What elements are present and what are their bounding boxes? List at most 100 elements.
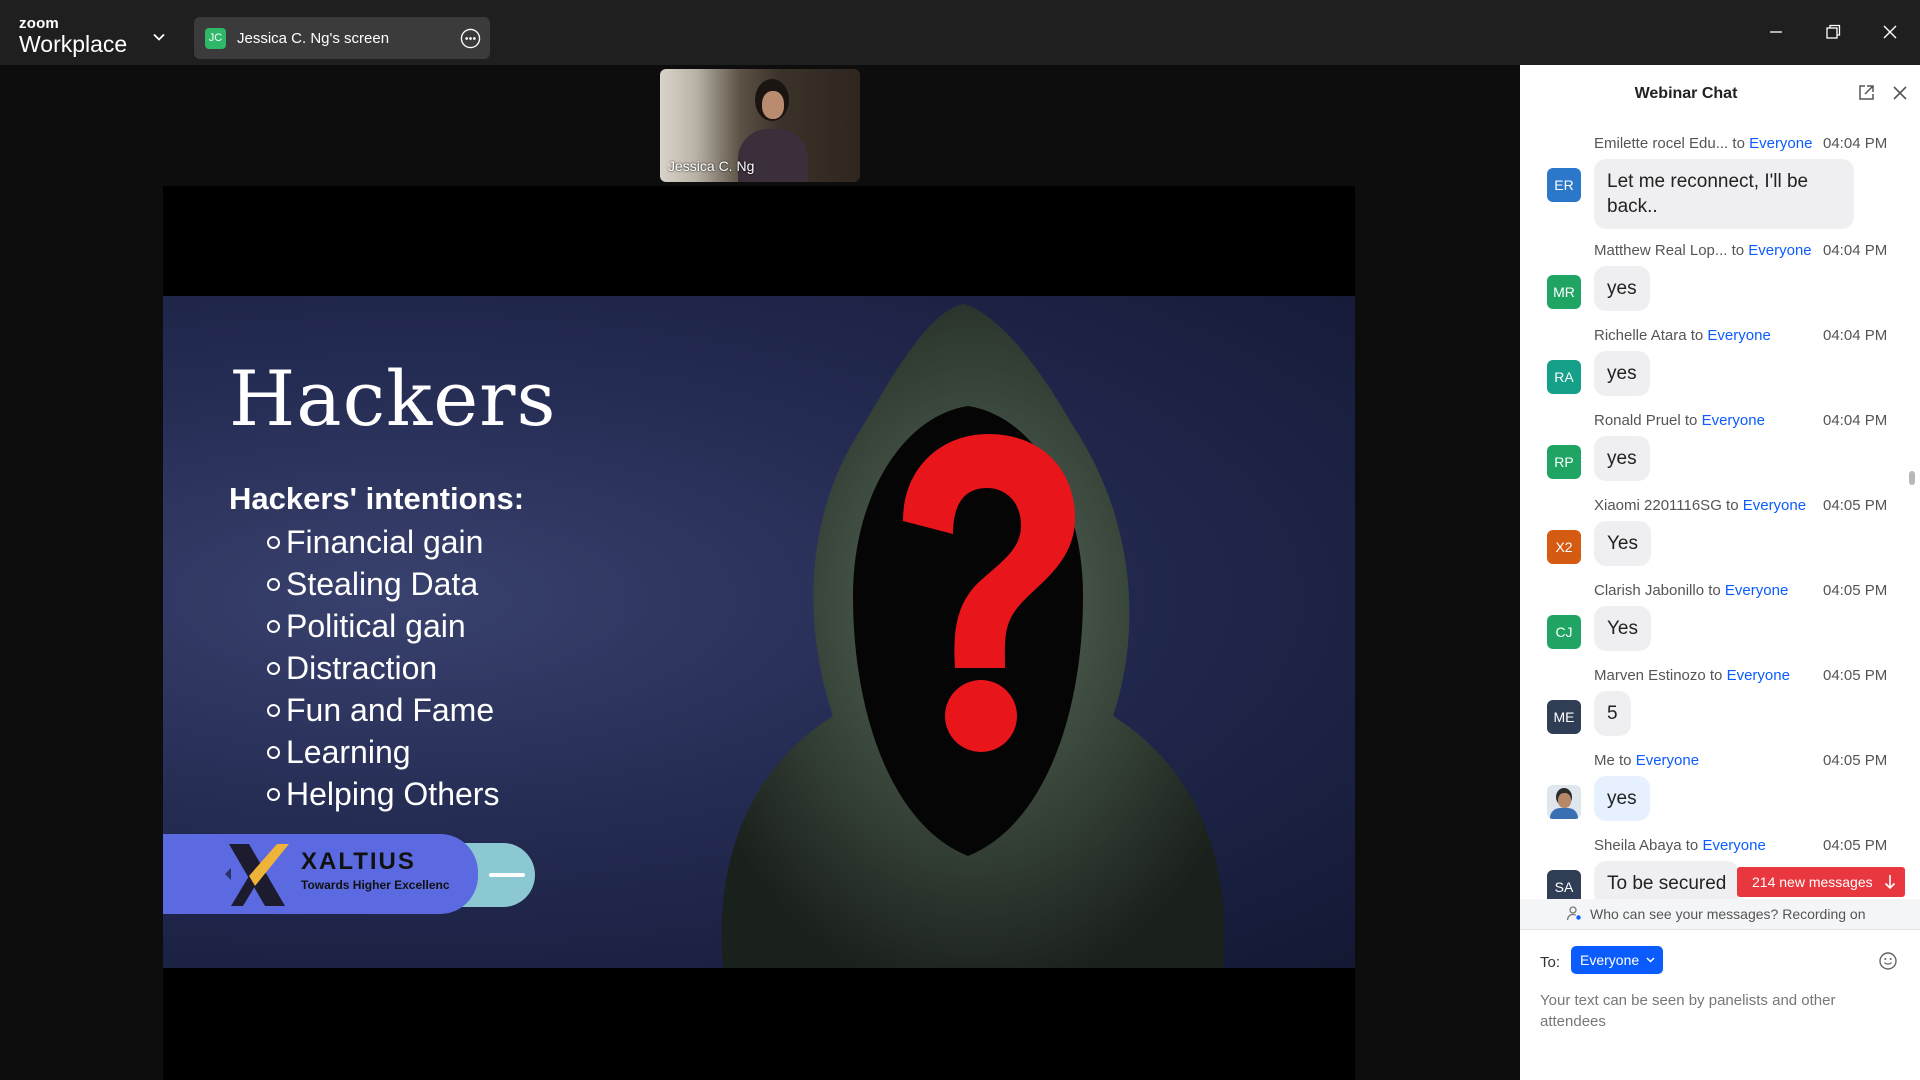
message-bubble: yes (1594, 266, 1650, 311)
message-time: 04:05 PM (1823, 497, 1888, 514)
chat-message[interactable]: ME Marven Estinozo to Everyone 04:05 PM … (1520, 667, 1920, 752)
message-bubble: yes (1594, 436, 1650, 481)
bullet-icon (267, 745, 280, 759)
minimize-icon[interactable] (1766, 22, 1786, 42)
slide-subtitle: Hackers' intentions: (229, 481, 525, 516)
hooded-figure-image (721, 304, 1225, 968)
message-time: 04:05 PM (1823, 752, 1888, 769)
close-window-icon[interactable] (1880, 22, 1900, 42)
message-bubble: yes (1594, 776, 1650, 821)
bullet-icon (267, 619, 280, 633)
message-header: Xiaomi 2201116SG to Everyone (1594, 497, 1806, 514)
message-time: 04:05 PM (1823, 582, 1888, 599)
sender-name: Ronald Pruel (1594, 412, 1681, 429)
close-icon[interactable] (1891, 84, 1909, 102)
message-header: Matthew Real Lop... to Everyone (1594, 242, 1812, 259)
list-item: Fun and Fame (267, 689, 499, 731)
message-time: 04:04 PM (1823, 327, 1888, 344)
to-prefix: to (1681, 837, 1703, 854)
recipient: Everyone (1701, 412, 1765, 429)
shared-screen-label: Jessica C. Ng's screen (237, 30, 390, 47)
message-header: Ronald Pruel to Everyone (1594, 412, 1765, 429)
arrow-down-icon (1884, 875, 1896, 890)
sender-name: Sheila Abaya (1594, 837, 1682, 854)
sender-name: Marven Estinozo (1594, 667, 1706, 684)
bullet-icon (267, 661, 280, 675)
avatar-shirt (1550, 808, 1578, 819)
message-time: 04:05 PM (1823, 837, 1888, 854)
chat-message[interactable]: RA Richelle Atara to Everyone 04:04 PM y… (1520, 327, 1920, 412)
sender-avatar: RP (1547, 445, 1581, 479)
to-prefix: to (1721, 497, 1743, 514)
new-messages-button[interactable]: 214 new messages (1737, 867, 1905, 897)
sender-avatar: X2 (1547, 530, 1581, 564)
message-input[interactable]: Your text can be seen by panelists and o… (1540, 990, 1870, 1032)
participant-face (762, 91, 784, 119)
chat-message[interactable]: X2 Xiaomi 2201116SG to Everyone 04:05 PM… (1520, 497, 1920, 582)
message-header: Me to Everyone (1594, 752, 1699, 769)
to-prefix: to (1686, 327, 1708, 344)
emoji-icon[interactable] (1878, 951, 1898, 971)
message-header: Emilette rocel Edu... to Everyone (1594, 135, 1812, 152)
chat-title: Webinar Chat (1634, 85, 1738, 102)
sender-avatar: CJ (1547, 615, 1581, 649)
recipient: Everyone (1702, 837, 1766, 854)
to-prefix: to (1680, 412, 1702, 429)
more-options-icon[interactable] (460, 28, 481, 49)
chat-message[interactable]: RP Ronald Pruel to Everyone 04:04 PM yes (1520, 412, 1920, 497)
to-prefix: to (1728, 135, 1750, 152)
list-item: Political gain (267, 605, 499, 647)
list-item-text: Financial gain (286, 524, 484, 560)
chat-compose: To: Everyone Your text can be seen by pa… (1520, 929, 1920, 1080)
pop-out-icon[interactable] (1856, 83, 1876, 103)
sender-avatar: ER (1547, 168, 1581, 202)
list-item-text: Stealing Data (286, 566, 479, 602)
list-item-text: Helping Others (286, 776, 500, 812)
sender-name: Richelle Atara (1594, 327, 1687, 344)
recipient: Everyone (1635, 752, 1700, 769)
bullet-icon (267, 535, 280, 549)
recipient-dropdown[interactable]: Everyone (1571, 946, 1664, 974)
recipient: Everyone (1724, 582, 1789, 599)
sender-name: Matthew Real Lop... (1594, 242, 1728, 259)
list-item: Stealing Data (267, 563, 499, 605)
bullet-icon (267, 577, 280, 591)
chat-message[interactable]: CJ Clarish Jabonillo to Everyone 04:05 P… (1520, 582, 1920, 667)
sender-avatar: MR (1547, 275, 1581, 309)
chevron-down-icon[interactable] (152, 30, 166, 44)
avatar-face (1558, 793, 1571, 808)
shared-screen-pill[interactable]: JC Jessica C. Ng's screen (194, 17, 490, 59)
message-time: 04:04 PM (1823, 242, 1888, 259)
to-prefix: to (1704, 582, 1725, 599)
to-prefix: to (1705, 667, 1727, 684)
user-visibility-icon (1566, 906, 1581, 921)
privacy-notice[interactable]: Who can see your messages? Recording on (1520, 899, 1920, 929)
message-header: Sheila Abaya to Everyone (1594, 837, 1766, 854)
message-bubble: yes (1594, 351, 1650, 396)
logo-small-text: zoom (19, 15, 59, 32)
restore-icon[interactable] (1823, 22, 1843, 42)
zoom-workplace-logo[interactable]: zoom Workplace (19, 16, 127, 56)
message-bubble: Yes (1594, 606, 1651, 651)
banner-dash (489, 873, 525, 877)
webinar-chat-panel: Webinar Chat ER Emilette rocel Edu... to… (1520, 65, 1920, 1080)
chevron-down-icon (1646, 957, 1655, 963)
chat-message-me[interactable]: Me to Everyone 04:05 PM yes (1520, 752, 1920, 837)
message-header: Marven Estinozo to Everyone (1594, 667, 1790, 684)
bullet-icon (267, 703, 280, 717)
participant-video-thumbnail[interactable]: Jessica C. Ng (660, 69, 860, 182)
privacy-text: Who can see your messages? Recording on (1590, 906, 1866, 922)
recipient: Everyone (1726, 667, 1790, 684)
message-header: Clarish Jabonillo to Everyone (1594, 582, 1788, 599)
chat-message[interactable]: ER Emilette rocel Edu... to Everyone 04:… (1520, 135, 1920, 229)
logo-big-text: Workplace (19, 31, 128, 57)
chat-message[interactable]: MR Matthew Real Lop... to Everyone 04:04… (1520, 242, 1920, 327)
message-bubble: To be secured (1594, 861, 1740, 899)
sender-avatar: SA (1547, 870, 1581, 899)
chat-header: Webinar Chat (1520, 65, 1920, 120)
sender-name: Xiaomi 2201116SG (1594, 497, 1722, 514)
message-bubble: Let me reconnect, I'll be back.. (1594, 159, 1854, 229)
brand-tagline: Towards Higher Excellenc (301, 878, 450, 892)
new-messages-label: 214 new messages (1752, 874, 1873, 890)
intentions-list: Financial gain Stealing Data Political g… (267, 521, 499, 815)
